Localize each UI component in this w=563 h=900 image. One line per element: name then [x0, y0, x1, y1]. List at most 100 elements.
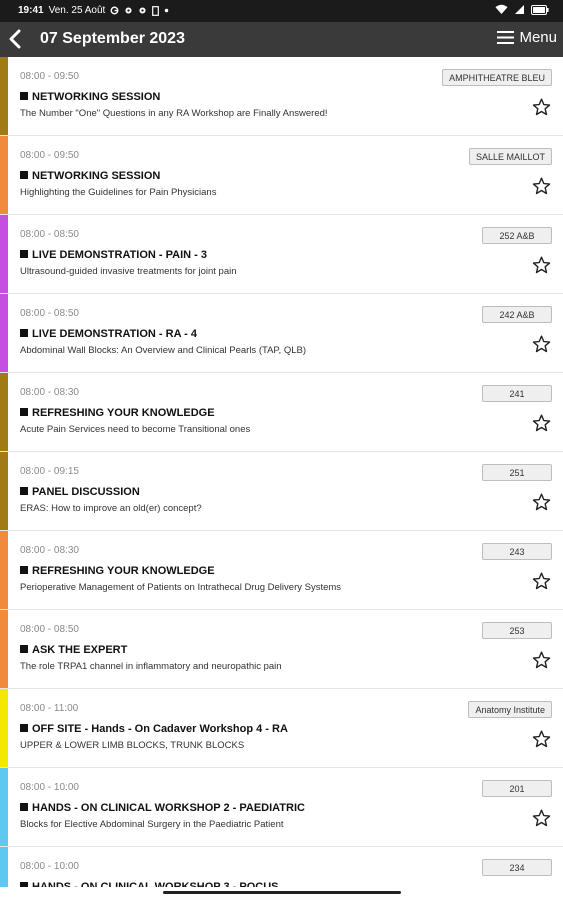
session-title-text: ASK THE EXPERT: [32, 644, 128, 656]
favorite-star-button[interactable]: [531, 650, 552, 671]
session-subtitle: Ultrasound-guided invasive treatments fo…: [20, 266, 237, 277]
session-item[interactable]: 08:00 - 09:50 SALLE MAILLOT NETWORKING SES…: [0, 136, 563, 215]
status-right: [495, 4, 549, 15]
session-title-text: REFRESHING YOUR KNOWLEDGE: [32, 565, 215, 577]
session-item[interactable]: 08:00 - 10:00 234 HANDS - ON CLINICAL WORK…: [0, 847, 563, 887]
settings-icon: [124, 6, 133, 15]
session-time: 08:00 - 08:50: [20, 624, 79, 635]
back-button[interactable]: [4, 27, 26, 51]
room-badge: Anatomy Institute: [468, 701, 552, 718]
bullet-square-icon: [20, 92, 28, 100]
session-title-text: OFF SITE - Hands - On Cadaver Workshop 4…: [32, 723, 288, 735]
room-badge: 234: [482, 859, 552, 876]
google-icon: [110, 6, 119, 15]
session-item[interactable]: 08:00 - 08:50 242 A&B LIVE DEMONSTRATION -…: [0, 294, 563, 373]
app-bar: 07 September 2023 Menu: [0, 22, 563, 57]
room-badge: 241: [482, 385, 552, 402]
session-item[interactable]: 08:00 - 08:30 241 REFRESHING YOUR KNOWLEDG…: [0, 373, 563, 452]
session-subtitle: Perioperative Management of Patients on …: [20, 582, 342, 593]
favorite-star-button[interactable]: [531, 176, 552, 197]
session-title: NETWORKING SESSION: [20, 170, 160, 182]
hamburger-menu-icon: [497, 31, 515, 44]
star-icon: [532, 572, 551, 590]
star-icon: [532, 651, 551, 669]
bullet-square-icon: [20, 250, 28, 258]
session-title-text: NETWORKING SESSION: [32, 170, 161, 182]
session-subtitle: The role TRPA1 channel in inflammatory a…: [20, 661, 282, 672]
session-item[interactable]: 08:00 - 09:50 AMPHITHEATRE BLEU NETWORKING…: [0, 57, 563, 136]
status-left: 19:41 Ven. 25 Août: [18, 5, 169, 16]
favorite-star-button[interactable]: [531, 492, 552, 513]
session-title-text: NETWORKING SESSION: [32, 91, 161, 103]
star-icon: [532, 98, 551, 116]
session-time: 08:00 - 11:00: [20, 703, 79, 714]
menu-label: Menu: [519, 29, 557, 46]
session-subtitle: Highlighting the Guidelines for Pain Phy…: [20, 187, 217, 198]
room-badge: AMPHITHEATRE BLEU: [442, 69, 552, 86]
session-subtitle: ERAS: How to improve an old(er) concept?: [20, 503, 202, 514]
session-item[interactable]: 08:00 - 08:30 243 REFRESHING YOUR KNOWLEDG…: [0, 531, 563, 610]
track-color-bar: [0, 847, 8, 887]
session-item[interactable]: 08:00 - 10:00 201 HANDS - ON CLINICAL WORK…: [0, 768, 563, 847]
navigation-bar: [0, 887, 563, 900]
bullet-square-icon: [20, 645, 28, 653]
page-title: 07 September 2023: [40, 30, 185, 47]
favorite-star-button[interactable]: [531, 255, 552, 276]
track-color-bar: [0, 452, 8, 530]
menu-button[interactable]: Menu: [497, 29, 557, 46]
session-title-text: PANEL DISCUSSION: [32, 486, 140, 498]
session-subtitle: Abdominal Wall Blocks: An Overview and C…: [20, 345, 306, 356]
session-time: 08:00 - 09:50: [20, 150, 79, 161]
status-date: Ven. 25 Août: [48, 5, 106, 16]
chevron-left-icon: [9, 29, 21, 49]
favorite-star-button[interactable]: [531, 808, 552, 829]
session-title-text: LIVE DEMONSTRATION - PAIN - 3: [32, 249, 207, 261]
session-item[interactable]: 08:00 - 08:50 252 A&B LIVE DEMONSTRATION -…: [0, 215, 563, 294]
track-color-bar: [0, 136, 8, 214]
favorite-star-button[interactable]: [531, 413, 552, 434]
wifi-icon: [495, 4, 508, 15]
session-title-text: REFRESHING YOUR KNOWLEDGE: [32, 407, 215, 419]
track-color-bar: [0, 531, 8, 609]
session-subtitle: Acute Pain Services need to become Trans…: [20, 424, 251, 435]
session-subtitle: UPPER & LOWER LIMB BLOCKS, TRUNK BLOCKS: [20, 740, 245, 751]
favorite-star-button[interactable]: [531, 729, 552, 750]
star-icon: [532, 256, 551, 274]
sim-icon: [152, 5, 160, 16]
track-color-bar: [0, 57, 8, 135]
session-item[interactable]: 08:00 - 09:15 251 PANEL DISCUSSION ERAS: Ho…: [0, 452, 563, 531]
bullet-square-icon: [20, 803, 28, 811]
room-badge: 253: [482, 622, 552, 639]
session-subtitle: Blocks for Elective Abdominal Surgery in…: [20, 819, 284, 830]
room-badge: 201: [482, 780, 552, 797]
session-item[interactable]: 08:00 - 11:00 Anatomy Institute OFF SITE -…: [0, 689, 563, 768]
track-color-bar: [0, 294, 8, 372]
status-time: 19:41: [18, 5, 44, 16]
session-time: 08:00 - 08:30: [20, 545, 79, 556]
status-bar: 19:41 Ven. 25 Août: [0, 0, 563, 22]
room-badge: 251: [482, 464, 552, 481]
favorite-star-button[interactable]: [531, 334, 552, 355]
room-badge: 252 A&B: [482, 227, 552, 244]
bullet-square-icon: [20, 724, 28, 732]
track-color-bar: [0, 768, 8, 846]
session-title: HANDS - ON CLINICAL WORKSHOP 2 - PAEDIAT…: [20, 802, 305, 814]
gesture-handle[interactable]: [163, 891, 401, 894]
session-time: 08:00 - 08:50: [20, 308, 79, 319]
session-title: REFRESHING YOUR KNOWLEDGE: [20, 565, 215, 577]
session-title: PANEL DISCUSSION: [20, 486, 140, 498]
favorite-star-button[interactable]: [531, 571, 552, 592]
session-title: REFRESHING YOUR KNOWLEDGE: [20, 407, 215, 419]
session-item[interactable]: 08:00 - 08:50 253 ASK THE EXPERT The role T…: [0, 610, 563, 689]
session-list: 08:00 - 09:50 AMPHITHEATRE BLEU NETWORKING…: [0, 57, 563, 887]
session-title-text: LIVE DEMONSTRATION - RA - 4: [32, 328, 197, 340]
session-time: 08:00 - 08:50: [20, 229, 79, 240]
favorite-star-button[interactable]: [531, 97, 552, 118]
track-color-bar: [0, 689, 8, 767]
session-title-text: HANDS - ON CLINICAL WORKSHOP 2 - PAEDIAT…: [32, 802, 305, 814]
star-icon: [532, 809, 551, 827]
session-time: 08:00 - 08:30: [20, 387, 79, 398]
track-color-bar: [0, 215, 8, 293]
session-subtitle: The Number "One" Questions in any RA Wor…: [20, 108, 328, 119]
track-color-bar: [0, 373, 8, 451]
